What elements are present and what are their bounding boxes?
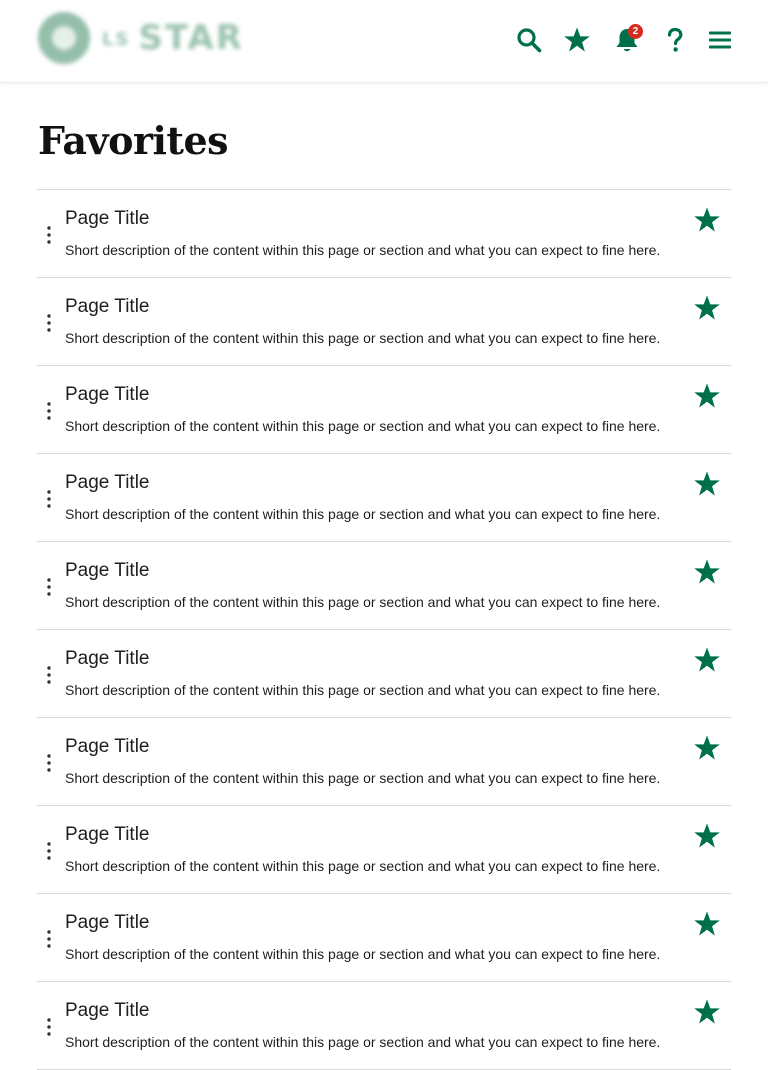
- favorite-title[interactable]: Page Title: [65, 560, 150, 582]
- star-filled-icon[interactable]: [693, 558, 721, 586]
- star-filled-icon[interactable]: [693, 294, 721, 322]
- top-header: LS STAR 2: [0, 0, 768, 83]
- more-vertical-icon[interactable]: [43, 840, 55, 862]
- favorite-list-item[interactable]: Page Title Short description of the cont…: [37, 806, 731, 894]
- favorite-list-item[interactable]: Page Title Short description of the cont…: [37, 718, 731, 806]
- more-vertical-icon[interactable]: [43, 312, 55, 334]
- more-vertical-icon[interactable]: [43, 1016, 55, 1038]
- brand-logo-text: LS STAR: [102, 18, 244, 58]
- favorites-star-icon[interactable]: [563, 26, 591, 54]
- favorite-description: Short description of the content within …: [65, 242, 661, 258]
- favorite-description: Short description of the content within …: [65, 330, 661, 346]
- favorite-title[interactable]: Page Title: [65, 824, 150, 846]
- favorite-list-item[interactable]: Page Title Short description of the cont…: [37, 982, 731, 1070]
- favorite-description: Short description of the content within …: [65, 682, 661, 698]
- star-filled-icon[interactable]: [693, 470, 721, 498]
- favorite-description: Short description of the content within …: [65, 858, 661, 874]
- favorite-list-item[interactable]: Page Title Short description of the cont…: [37, 894, 731, 982]
- star-filled-icon[interactable]: [693, 822, 721, 850]
- more-vertical-icon[interactable]: [43, 752, 55, 774]
- favorite-description: Short description of the content within …: [65, 418, 661, 434]
- favorite-title[interactable]: Page Title: [65, 384, 150, 406]
- more-vertical-icon[interactable]: [43, 576, 55, 598]
- favorite-title[interactable]: Page Title: [65, 736, 150, 758]
- favorite-title[interactable]: Page Title: [65, 912, 150, 934]
- page-title: Favorites: [38, 118, 229, 163]
- favorite-title[interactable]: Page Title: [65, 648, 150, 670]
- star-filled-icon[interactable]: [693, 646, 721, 674]
- more-vertical-icon[interactable]: [43, 400, 55, 422]
- favorite-list-item[interactable]: Page Title Short description of the cont…: [37, 366, 731, 454]
- favorite-list-item[interactable]: Page Title Short description of the cont…: [37, 630, 731, 718]
- star-filled-icon[interactable]: [693, 206, 721, 234]
- star-filled-icon[interactable]: [693, 998, 721, 1026]
- search-icon[interactable]: [515, 26, 543, 54]
- favorite-description: Short description of the content within …: [65, 594, 661, 610]
- favorite-list-item[interactable]: Page Title Short description of the cont…: [37, 278, 731, 366]
- more-vertical-icon[interactable]: [43, 488, 55, 510]
- star-filled-icon[interactable]: [693, 910, 721, 938]
- star-filled-icon[interactable]: [693, 382, 721, 410]
- favorites-list: Page Title Short description of the cont…: [37, 189, 731, 1070]
- more-vertical-icon[interactable]: [43, 664, 55, 686]
- favorite-list-item[interactable]: Page Title Short description of the cont…: [37, 454, 731, 542]
- menu-hamburger-icon[interactable]: [706, 26, 734, 54]
- favorite-list-item[interactable]: Page Title Short description of the cont…: [37, 190, 731, 278]
- favorite-description: Short description of the content within …: [65, 946, 661, 962]
- more-vertical-icon[interactable]: [43, 928, 55, 950]
- help-question-icon[interactable]: [661, 26, 689, 54]
- brand-logo-mark: [38, 12, 90, 64]
- favorite-title[interactable]: Page Title: [65, 208, 150, 230]
- favorite-title[interactable]: Page Title: [65, 1000, 150, 1022]
- star-filled-icon[interactable]: [693, 734, 721, 762]
- brand-logo[interactable]: LS STAR: [38, 12, 248, 64]
- favorite-list-item[interactable]: Page Title Short description of the cont…: [37, 542, 731, 630]
- favorite-title[interactable]: Page Title: [65, 296, 150, 318]
- more-vertical-icon[interactable]: [43, 224, 55, 246]
- favorite-description: Short description of the content within …: [65, 1034, 661, 1050]
- favorite-title[interactable]: Page Title: [65, 472, 150, 494]
- favorite-description: Short description of the content within …: [65, 506, 661, 522]
- notification-count-badge: 2: [628, 24, 643, 39]
- favorite-description: Short description of the content within …: [65, 770, 661, 786]
